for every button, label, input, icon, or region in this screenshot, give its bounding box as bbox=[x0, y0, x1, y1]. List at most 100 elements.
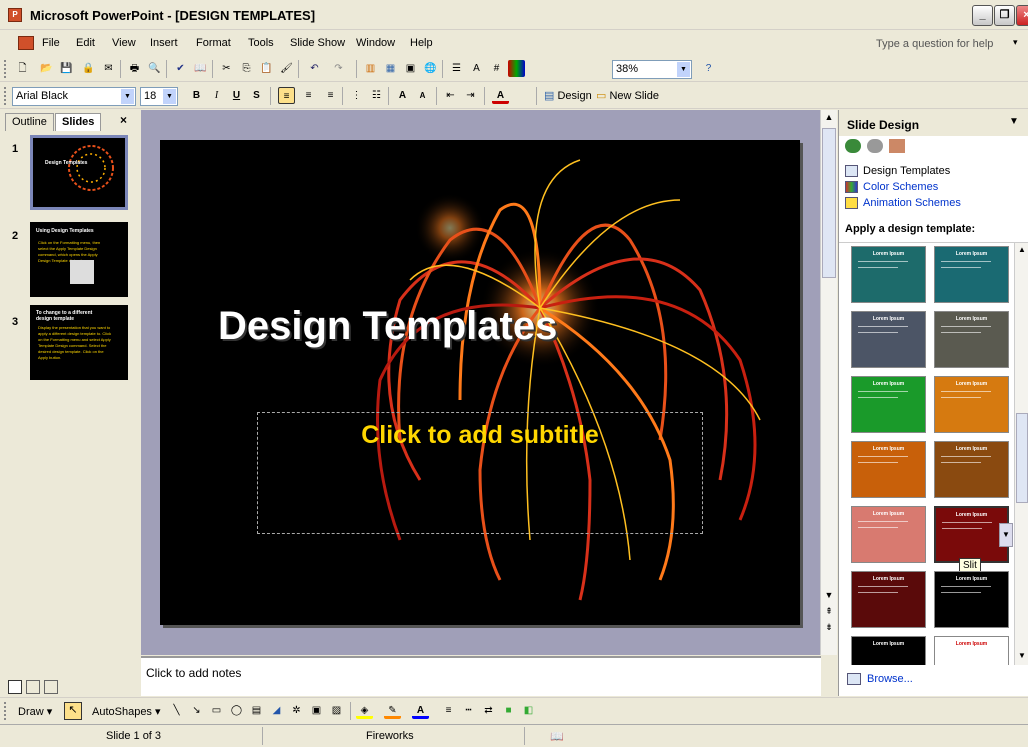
redo-icon[interactable]: ↷ bbox=[330, 60, 347, 77]
slide-sorter-view-icon[interactable] bbox=[26, 680, 40, 694]
spelling-icon[interactable]: ✔ bbox=[172, 60, 189, 77]
template-thumbnail[interactable]: Lorem Ipsum bbox=[934, 311, 1009, 368]
arrow-style-icon[interactable]: ⇄ bbox=[480, 702, 497, 719]
expand-all-icon[interactable]: ☰ bbox=[448, 60, 465, 77]
slide-thumbnail-2[interactable]: Using Design Templates Click on the Form… bbox=[30, 222, 128, 297]
email-icon[interactable]: ✉ bbox=[100, 60, 117, 77]
back-icon[interactable] bbox=[845, 139, 861, 153]
slide-scrollbar[interactable]: ▲ ▼ ⇞ ⇟ bbox=[820, 110, 837, 655]
menu-tools[interactable]: Tools bbox=[248, 37, 274, 49]
normal-view-icon[interactable] bbox=[8, 680, 22, 694]
forward-icon[interactable] bbox=[867, 139, 883, 153]
align-left-button[interactable]: ≡ bbox=[278, 87, 295, 104]
template-thumbnail-fireworks[interactable]: Lorem Ipsum bbox=[934, 571, 1009, 628]
close-pane-icon[interactable]: × bbox=[120, 113, 127, 127]
toolbar-grip[interactable] bbox=[4, 702, 7, 720]
powerpoint-icon[interactable]: P bbox=[8, 8, 22, 22]
format-painter-icon[interactable]: 🖌 bbox=[278, 60, 295, 77]
slide-thumbnail-3[interactable]: To change to a different design template… bbox=[30, 305, 128, 380]
menu-file[interactable]: File bbox=[42, 37, 60, 49]
subtitle-placeholder[interactable]: Click to add subtitle bbox=[257, 412, 703, 534]
show-formatting-icon[interactable]: A bbox=[468, 60, 485, 77]
menu-edit[interactable]: Edit bbox=[76, 37, 95, 49]
restore-button[interactable]: ❐ bbox=[994, 5, 1015, 26]
scroll-thumb[interactable] bbox=[822, 128, 836, 278]
design-button[interactable]: ▤ Design bbox=[544, 89, 592, 102]
align-right-button[interactable]: ≡ bbox=[322, 87, 339, 104]
template-thumbnail[interactable]: Lorem Ipsum bbox=[851, 246, 926, 303]
link-animation-schemes[interactable]: Animation Schemes bbox=[845, 197, 961, 209]
help-dropdown-icon[interactable]: ▾ bbox=[1013, 37, 1018, 48]
insert-picture-icon[interactable]: ▣ bbox=[402, 60, 419, 77]
line-color-icon[interactable]: ✎ bbox=[384, 702, 401, 719]
numbering-icon[interactable]: ⋮ bbox=[348, 87, 365, 104]
copy-icon[interactable]: ⎘ bbox=[238, 60, 255, 77]
font-color-icon[interactable]: A bbox=[412, 702, 429, 719]
tab-slides[interactable]: Slides bbox=[55, 113, 102, 131]
zoom-select[interactable]: 38% ▼ bbox=[612, 60, 692, 79]
template-thumbnail[interactable]: Lorem Ipsum bbox=[934, 376, 1009, 433]
spelling-status-icon[interactable]: 📖 bbox=[550, 730, 564, 743]
insert-table-icon[interactable]: ▦ bbox=[382, 60, 399, 77]
decrease-font-icon[interactable]: A bbox=[414, 87, 431, 104]
slide-canvas[interactable]: Design Templates Click to add subtitle bbox=[160, 140, 800, 625]
notes-placeholder[interactable]: Click to add notes bbox=[146, 666, 241, 680]
font-select[interactable]: Arial Black ▼ bbox=[12, 87, 136, 106]
paste-icon[interactable]: 📋 bbox=[258, 60, 275, 77]
slide-show-view-icon[interactable] bbox=[44, 680, 58, 694]
help-question-box[interactable]: Type a question for help bbox=[876, 38, 993, 50]
toolbar-grip[interactable] bbox=[4, 87, 7, 105]
template-thumbnail[interactable]: Lorem Ipsum bbox=[934, 246, 1009, 303]
previous-slide-icon[interactable]: ⇞ bbox=[822, 606, 836, 617]
grid-icon[interactable]: # bbox=[488, 60, 505, 77]
subtitle-text[interactable]: Click to add subtitle bbox=[258, 421, 702, 450]
template-scrollbar[interactable]: ▲ ▼ bbox=[1014, 243, 1028, 665]
new-icon[interactable]: 🗋 bbox=[14, 60, 31, 77]
scroll-down-icon[interactable]: ▼ bbox=[822, 590, 836, 600]
notes-pane[interactable]: Click to add notes bbox=[141, 656, 821, 696]
cut-icon[interactable]: ✂ bbox=[218, 60, 235, 77]
menu-window[interactable]: Window bbox=[356, 37, 395, 49]
toolbar-grip[interactable] bbox=[4, 60, 7, 78]
menu-slide-show[interactable]: Slide Show bbox=[290, 37, 345, 49]
slide-thumbnail-1[interactable]: Design Templates bbox=[30, 135, 128, 210]
increase-font-icon[interactable]: A bbox=[394, 87, 411, 104]
menu-insert[interactable]: Insert bbox=[150, 37, 178, 49]
template-thumbnail[interactable]: Lorem Ipsum bbox=[851, 506, 926, 563]
template-thumbnail-slit[interactable]: Lorem Ipsum bbox=[934, 506, 1009, 563]
new-slide-button[interactable]: ▭ New Slide bbox=[596, 89, 659, 102]
document-icon[interactable] bbox=[18, 36, 34, 50]
bullets-icon[interactable]: ☷ bbox=[368, 87, 385, 104]
hyperlink-icon[interactable]: 🌐 bbox=[422, 60, 439, 77]
line-style-icon[interactable]: ≡ bbox=[440, 702, 457, 719]
draw-menu-button[interactable]: Draw ▾ bbox=[18, 705, 52, 718]
slide-title[interactable]: Design Templates bbox=[218, 304, 557, 349]
help-icon[interactable]: ? bbox=[700, 60, 717, 77]
link-design-templates[interactable]: Design Templates bbox=[845, 165, 950, 177]
template-dropdown-button[interactable]: ▼ bbox=[999, 523, 1013, 547]
menu-view[interactable]: View bbox=[112, 37, 136, 49]
task-pane-menu-icon[interactable]: ▼ bbox=[1009, 116, 1019, 127]
next-slide-icon[interactable]: ⇟ bbox=[822, 622, 836, 633]
diagram-icon[interactable]: ✲ bbox=[288, 702, 305, 719]
autoshapes-menu-button[interactable]: AutoShapes ▾ bbox=[92, 705, 161, 718]
home-icon[interactable] bbox=[889, 139, 905, 153]
tab-outline[interactable]: Outline bbox=[5, 113, 54, 131]
oval-icon[interactable]: ◯ bbox=[228, 702, 245, 719]
font-size-select[interactable]: 18 ▼ bbox=[140, 87, 178, 106]
clip-art-icon[interactable]: ▣ bbox=[308, 702, 325, 719]
scroll-down-icon[interactable]: ▼ bbox=[1015, 651, 1028, 660]
italic-button[interactable]: I bbox=[208, 87, 225, 104]
insert-chart-icon[interactable]: ▥ bbox=[362, 60, 379, 77]
font-color-icon[interactable]: A bbox=[492, 87, 509, 104]
line-icon[interactable]: ╲ bbox=[168, 702, 185, 719]
menu-format[interactable]: Format bbox=[196, 37, 231, 49]
template-thumbnail[interactable]: Lorem Ipsum bbox=[851, 376, 926, 433]
research-icon[interactable]: 📖 bbox=[192, 60, 209, 77]
shadow-button[interactable]: S bbox=[248, 87, 265, 104]
scroll-up-icon[interactable]: ▲ bbox=[822, 112, 836, 126]
scroll-up-icon[interactable]: ▲ bbox=[1015, 245, 1028, 254]
template-thumbnail[interactable]: Lorem Ipsum bbox=[934, 636, 1009, 665]
template-thumbnail[interactable]: Lorem Ipsum bbox=[934, 441, 1009, 498]
dash-style-icon[interactable]: ┅ bbox=[460, 702, 477, 719]
